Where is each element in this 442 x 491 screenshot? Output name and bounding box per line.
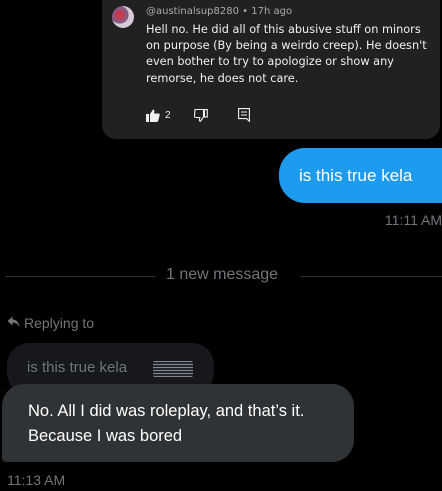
outgoing-message-bubble[interactable]: is this true kela — [279, 148, 442, 203]
outgoing-message-time: 11:11 AM — [384, 212, 442, 228]
outgoing-message-text: is this true kela — [299, 165, 413, 185]
divider-line-right — [300, 276, 442, 277]
incoming-message-text: No. All I did was roleplay, and that’s i… — [28, 402, 305, 445]
comment-meta: @austinalsup8280 • 17h ago — [146, 6, 292, 17]
like-count: 2 — [165, 109, 171, 121]
incoming-message-bubble[interactable]: No. All I did was roleplay, and that’s i… — [2, 384, 354, 462]
commenter-avatar — [112, 6, 134, 28]
comment-text: Hell no. He did all of this abusive stuf… — [146, 23, 427, 85]
new-message-divider: 1 new message — [6, 266, 442, 286]
replying-to-label: Replying to — [24, 315, 95, 331]
new-message-label: 1 new message — [166, 266, 279, 283]
comment-actions: 2 — [146, 108, 250, 122]
thumbs-up-icon — [146, 109, 160, 122]
comment-author: @austinalsup8280 — [146, 6, 239, 17]
comment-age: 17h ago — [251, 6, 293, 17]
like-action: 2 — [146, 109, 194, 122]
thumbs-down-icon — [194, 108, 238, 122]
incoming-message-time: 11:13 AM — [7, 472, 66, 488]
comment-separator: • — [242, 6, 249, 17]
quoted-attachment-thumbnail — [153, 361, 193, 377]
quoted-message-text: is this true kela — [27, 359, 128, 376]
divider-line-left — [6, 276, 156, 277]
shared-comment-card[interactable]: @austinalsup8280 • 17h ago Hell no. He d… — [102, 0, 440, 139]
reply-comment-icon — [238, 108, 250, 122]
replying-to-indicator: Replying to — [7, 314, 94, 332]
reply-arrow-icon — [7, 315, 20, 331]
